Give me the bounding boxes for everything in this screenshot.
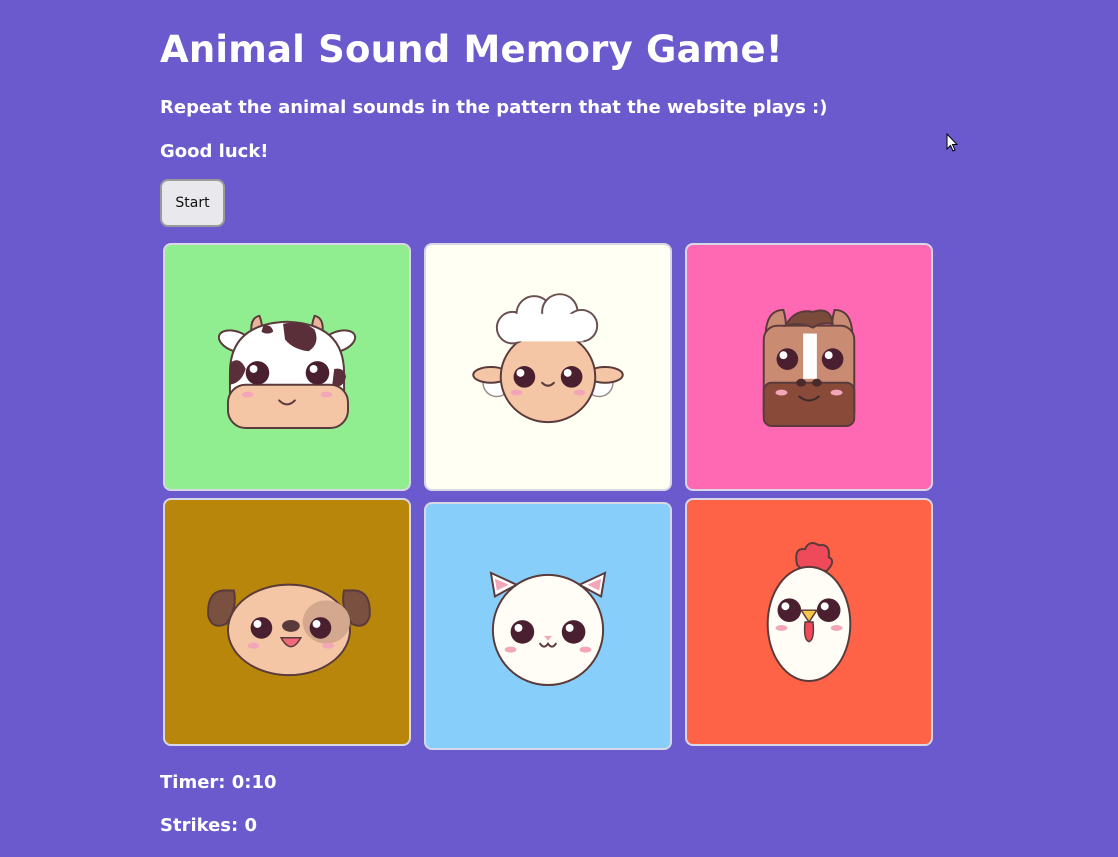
timer-value: 0:10 xyxy=(231,772,277,793)
mouse-cursor-icon xyxy=(946,133,958,152)
sheep-icon xyxy=(472,293,624,424)
good-luck-text: Good luck! xyxy=(160,141,269,162)
dog-tile[interactable] xyxy=(163,498,411,746)
chicken-icon xyxy=(766,542,852,683)
strikes-display: Strikes: 0 xyxy=(160,815,257,836)
instructions-text: Repeat the animal sounds in the pattern … xyxy=(160,97,828,118)
cat-tile[interactable] xyxy=(424,502,672,750)
start-button[interactable]: Start xyxy=(160,179,225,227)
cat-icon xyxy=(489,571,607,687)
cow-tile[interactable] xyxy=(163,243,411,491)
cow-icon xyxy=(217,314,357,429)
sheep-tile[interactable] xyxy=(424,243,672,491)
strikes-label: Strikes: xyxy=(160,815,239,836)
page-title: Animal Sound Memory Game! xyxy=(160,28,783,71)
timer-label: Timer: xyxy=(160,772,226,793)
horse-tile[interactable] xyxy=(685,243,933,491)
strikes-value: 0 xyxy=(244,815,258,836)
horse-icon xyxy=(762,308,856,428)
timer-display: Timer: 0:10 xyxy=(160,772,277,793)
chicken-tile[interactable] xyxy=(685,498,933,746)
dog-icon xyxy=(207,583,371,677)
